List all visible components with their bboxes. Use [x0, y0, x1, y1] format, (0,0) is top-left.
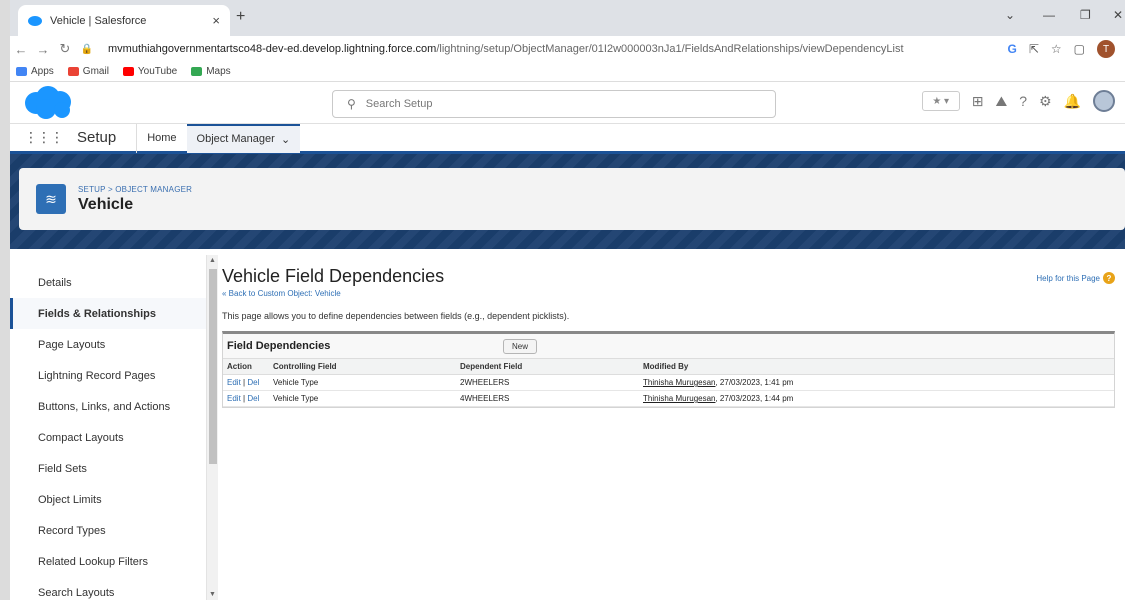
field-dependencies-panel: Field Dependencies New Action Controllin…	[222, 331, 1115, 408]
app-launcher-icon[interactable]: ⋮⋮⋮	[24, 129, 64, 146]
address-bar-row: ← → ↻ 🔒 mvmuthiahgovernmentartsco48-dev-…	[10, 36, 1125, 62]
search-setup-input[interactable]: ⚲ Search Setup	[332, 90, 776, 118]
favorites-star-icon[interactable]: ★ ▾	[921, 91, 960, 111]
edit-link[interactable]: Edit	[227, 378, 241, 387]
back-arrow-icon[interactable]: ←	[10, 42, 32, 57]
search-icon: ⚲	[347, 97, 356, 111]
bookmark-maps[interactable]: Maps	[191, 66, 231, 77]
restore-icon[interactable]: ❐	[1080, 8, 1091, 22]
modified-date: , 27/03/2023, 1:44 pm	[715, 394, 794, 403]
tab-home[interactable]: Home	[137, 123, 186, 153]
controlling-field-cell: Vehicle Type	[269, 374, 456, 391]
new-dependency-button[interactable]: New	[503, 338, 538, 354]
help-for-page-link[interactable]: Help for this Page ?	[1036, 272, 1115, 284]
table-row: Edit | Del Vehicle Type 2WHEELERS Thinis…	[223, 374, 1114, 391]
browser-window: Vehicle | Salesforce × + ⌄ — ❐ ✕ ← → ↻ 🔒…	[10, 0, 1125, 600]
tab-search-chevron-icon[interactable]: ⌄	[1005, 8, 1015, 22]
global-actions-icon[interactable]: ⊞	[972, 93, 984, 110]
object-title: Vehicle	[78, 195, 134, 213]
tab-object-manager[interactable]: Object Manager ⌄	[186, 122, 301, 153]
tab-strip: Vehicle | Salesforce × + ⌄ — ❐ ✕	[10, 0, 1125, 36]
sidebar-item-object-limits[interactable]: Object Limits	[10, 484, 207, 515]
share-icon[interactable]: ⇱	[1029, 42, 1039, 56]
bookmark-youtube[interactable]: YouTube	[122, 66, 177, 77]
sidebar-item-lightning-record-pages[interactable]: Lightning Record Pages	[10, 360, 207, 391]
column-header-action: Action	[223, 358, 269, 375]
browser-tab[interactable]: Vehicle | Salesforce ×	[18, 5, 230, 36]
sidebar-item-details[interactable]: Details	[10, 267, 207, 298]
url-host: mvmuthiahgovernmentartsco48-dev-ed.devel…	[108, 43, 437, 55]
delete-link[interactable]: Del	[247, 394, 259, 403]
app-name: Setup	[77, 122, 138, 153]
apps-grid-icon	[16, 66, 27, 76]
controlling-field-cell: Vehicle Type	[269, 390, 456, 407]
trailhead-icon[interactable]: ⛰	[995, 93, 1007, 110]
sidebar-item-buttons-links-actions[interactable]: Buttons, Links, and Actions	[10, 391, 207, 422]
notifications-bell-icon[interactable]: 🔔	[1064, 93, 1081, 110]
gmail-icon	[67, 66, 79, 76]
sidebar-item-compact-layouts[interactable]: Compact Layouts	[10, 422, 207, 453]
column-header-controlling-field: Controlling Field	[269, 358, 456, 375]
dependent-field-cell[interactable]: 4WHEELERS	[456, 390, 639, 407]
tab-title: Vehicle | Salesforce	[50, 14, 147, 27]
column-header-dependent-field: Dependent Field	[456, 358, 639, 375]
page-body: Details Fields & Relationships Page Layo…	[10, 255, 1125, 600]
google-g-icon[interactable]: G	[1007, 42, 1016, 56]
help-question-icon: ?	[1103, 272, 1115, 284]
column-header-modified-by: Modified By	[639, 358, 1114, 375]
breadcrumb[interactable]: SETUP > OBJECT MANAGER	[78, 185, 192, 194]
object-sidebar: Details Fields & Relationships Page Layo…	[10, 255, 218, 600]
new-tab-button[interactable]: +	[236, 8, 245, 26]
url-field[interactable]: mvmuthiahgovernmentartsco48-dev-ed.devel…	[108, 43, 918, 55]
tab-close-icon[interactable]: ×	[212, 13, 220, 28]
youtube-icon	[122, 66, 134, 76]
side-panel-icon[interactable]: ▢	[1074, 42, 1085, 56]
object-layers-icon: ≋	[36, 184, 66, 214]
edit-link[interactable]: Edit	[227, 394, 241, 403]
sidebar-item-search-layouts[interactable]: Search Layouts	[10, 577, 207, 600]
bookmark-gmail[interactable]: Gmail	[67, 66, 109, 77]
setup-gear-icon[interactable]: ⚙	[1039, 93, 1052, 110]
salesforce-favicon-icon	[28, 15, 42, 26]
sidebar-item-record-types[interactable]: Record Types	[10, 515, 207, 546]
bookmark-star-icon[interactable]: ☆	[1051, 42, 1062, 56]
help-link-label: Help for this Page	[1036, 273, 1100, 283]
salesforce-header: ⚲ Search Setup ★ ▾ ⊞ ⛰ ? ⚙ 🔔	[10, 82, 1125, 124]
dependencies-table: Action Controlling Field Dependent Field…	[223, 358, 1114, 407]
search-placeholder: Search Setup	[365, 98, 433, 110]
page-description: This page allows you to define dependenc…	[222, 311, 570, 321]
sidebar-item-field-sets[interactable]: Field Sets	[10, 453, 207, 484]
modified-by-user-link[interactable]: Thinisha Murugesan	[643, 394, 715, 403]
modified-by-user-link[interactable]: Thinisha Murugesan	[643, 378, 715, 387]
bookmark-apps[interactable]: Apps	[16, 66, 54, 77]
minimize-icon[interactable]: —	[1043, 8, 1055, 22]
back-to-object-link[interactable]: « Back to Custom Object: Vehicle	[222, 289, 1115, 298]
url-path: /lightning/setup/ObjectManager/01I2w0000…	[436, 43, 904, 55]
app-navigation: ⋮⋮⋮ Setup Home Object Manager ⌄	[10, 122, 1125, 154]
maps-icon	[191, 66, 203, 76]
user-avatar[interactable]	[1093, 90, 1115, 112]
sidebar-item-fields-relationships[interactable]: Fields & Relationships	[10, 298, 207, 329]
forward-arrow-icon[interactable]: →	[32, 42, 54, 57]
lock-icon[interactable]: 🔒	[76, 44, 98, 55]
panel-title: Field Dependencies	[227, 340, 331, 352]
help-icon[interactable]: ?	[1019, 93, 1027, 109]
chevron-down-icon[interactable]: ⌄	[281, 133, 290, 146]
profile-avatar[interactable]: T	[1097, 40, 1115, 58]
close-window-icon[interactable]: ✕	[1113, 8, 1123, 22]
bookmarks-bar: Apps Gmail YouTube Maps	[10, 62, 1125, 82]
object-header-card: ≋ SETUP > OBJECT MANAGER Vehicle	[19, 168, 1125, 230]
salesforce-logo-icon[interactable]	[22, 85, 74, 120]
dependent-field-cell[interactable]: 2WHEELERS	[456, 374, 639, 391]
delete-link[interactable]: Del	[247, 378, 259, 387]
sidebar-item-related-lookup-filters[interactable]: Related Lookup Filters	[10, 546, 207, 577]
main-content: Vehicle Field Dependencies « Back to Cus…	[208, 255, 1125, 600]
object-banner: ≋ SETUP > OBJECT MANAGER Vehicle	[10, 154, 1125, 249]
modified-date: , 27/03/2023, 1:41 pm	[715, 378, 794, 387]
page-title: Vehicle Field Dependencies	[222, 266, 445, 286]
table-row: Edit | Del Vehicle Type 4WHEELERS Thinis…	[223, 390, 1114, 407]
sidebar-item-page-layouts[interactable]: Page Layouts	[10, 329, 207, 360]
reload-icon[interactable]: ↻	[54, 41, 76, 57]
